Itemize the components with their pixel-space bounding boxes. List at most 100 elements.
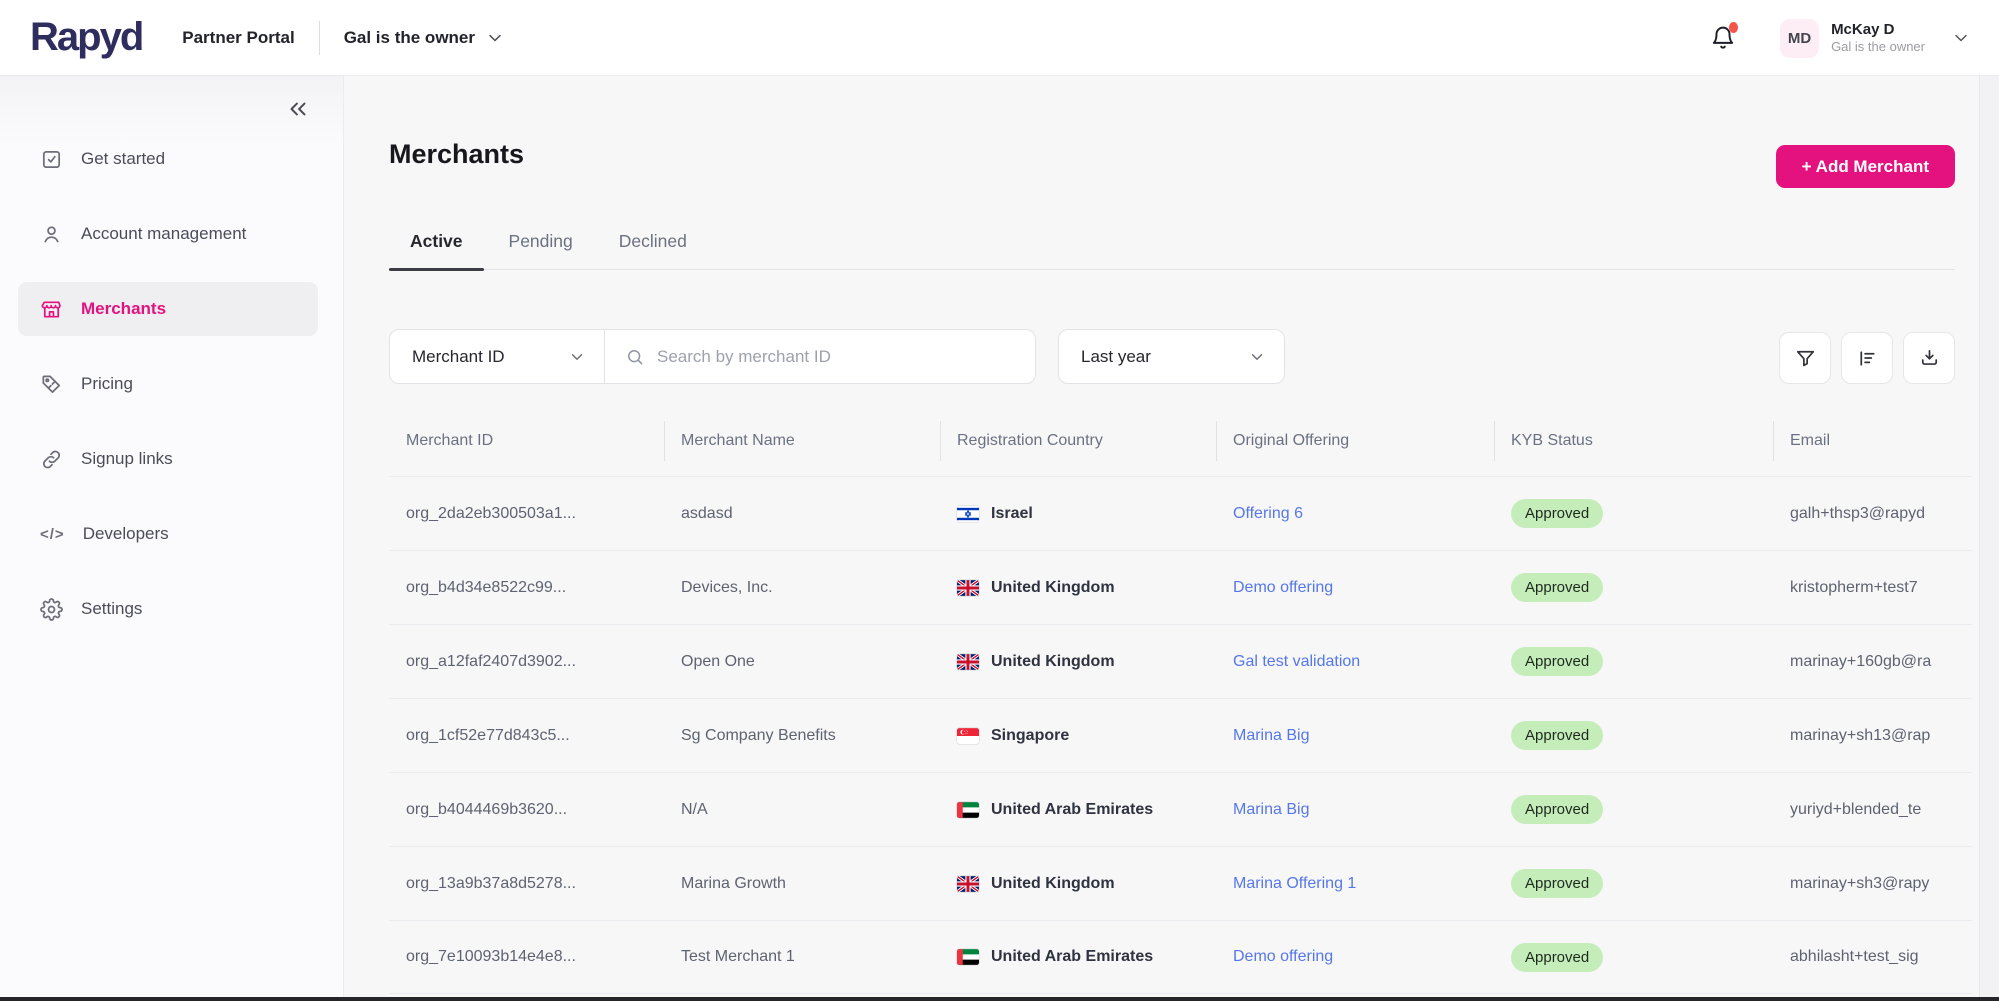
notification-badge-dot (1729, 22, 1738, 33)
registration-country: United Kingdom (940, 579, 1216, 597)
tab-pending[interactable]: Pending (488, 231, 594, 269)
notifications-button[interactable] (1710, 25, 1736, 51)
kyb-status-badge: Approved (1511, 869, 1603, 898)
sidebar-item-label: Settings (81, 599, 142, 619)
storefront-icon (40, 298, 63, 321)
offering-link[interactable]: Demo offering (1233, 579, 1333, 597)
col-header-kyb-status: KYB Status (1494, 406, 1773, 476)
chevron-down-icon (1248, 348, 1266, 366)
avatar: MD (1780, 19, 1819, 58)
sidebar-item-label: Developers (83, 524, 169, 544)
sidebar-item-developers[interactable]: </> Developers (18, 507, 318, 561)
offering-link[interactable]: Gal test validation (1233, 653, 1360, 671)
offering-link[interactable]: Offering 6 (1233, 505, 1303, 523)
search-input[interactable] (657, 347, 1019, 367)
table-row[interactable]: org_b4d34e8522c99... Devices, Inc. Unite… (389, 550, 1972, 624)
sidebar-item-account-management[interactable]: Account management (18, 207, 318, 261)
merchant-email: marinay+sh13@rap (1773, 727, 1972, 745)
registration-country: United Kingdom (940, 653, 1216, 671)
sidebar-collapse-button[interactable] (285, 96, 311, 122)
user-meta: McKay D Gal is the owner (1831, 21, 1925, 56)
sidebar: Get started Account management Merchants (0, 76, 344, 1001)
date-range-dropdown[interactable]: Last year (1058, 329, 1285, 384)
user-role: Gal is the owner (1831, 39, 1925, 55)
registration-country: United Arab Emirates (940, 948, 1216, 966)
link-icon (40, 448, 63, 471)
portal-label: Partner Portal (182, 28, 294, 48)
merchant-name: asdasd (664, 505, 940, 523)
search-group: Merchant ID (389, 329, 1036, 384)
offering-link[interactable]: Marina Offering 1 (1233, 875, 1356, 893)
table-row[interactable]: org_13a9b37a8d5278... Marina Growth Unit… (389, 846, 1972, 920)
col-header-email: Email (1773, 406, 1972, 476)
country-flag-icon (957, 580, 979, 596)
check-square-icon (40, 148, 63, 171)
merchant-email: galh+thsp3@rapyd (1773, 505, 1972, 523)
sort-icon (1856, 347, 1879, 370)
price-tag-icon (40, 373, 63, 396)
merchant-id: org_a12faf2407d3902... (389, 653, 664, 671)
sidebar-item-label: Merchants (81, 299, 166, 319)
gear-icon (40, 598, 63, 621)
kyb-status-badge: Approved (1511, 647, 1603, 676)
add-merchant-button[interactable]: + Add Merchant (1776, 145, 1955, 188)
sort-button[interactable] (1841, 332, 1893, 384)
sidebar-item-label: Account management (81, 224, 246, 244)
table-row[interactable]: org_1cf52e77d843c5... Sg Company Benefit… (389, 698, 1972, 772)
country-flag-icon (957, 654, 979, 670)
tab-declined[interactable]: Declined (598, 231, 708, 269)
sidebar-item-merchants[interactable]: Merchants (18, 282, 318, 336)
merchant-id: org_1cf52e77d843c5... (389, 727, 664, 745)
merchant-name: Devices, Inc. (664, 579, 940, 597)
filter-row: Merchant ID Last year (389, 329, 1285, 384)
merchant-email: yuriyd+blended_te (1773, 801, 1972, 819)
search-icon (625, 347, 645, 367)
sidebar-item-settings[interactable]: Settings (18, 582, 318, 636)
table-row[interactable]: org_a12faf2407d3902... Open One United K… (389, 624, 1972, 698)
col-header-merchant-name: Merchant Name (664, 406, 940, 476)
offering-link[interactable]: Marina Big (1233, 727, 1309, 745)
account-selector-dropdown[interactable]: Gal is the owner (344, 28, 505, 48)
rapyd-logo[interactable]: Rapyd (30, 15, 142, 60)
window-bottom-edge (0, 997, 1999, 1001)
user-menu[interactable]: MD McKay D Gal is the owner (1780, 19, 1971, 58)
search-field-dropdown[interactable]: Merchant ID (390, 330, 605, 383)
sidebar-item-signup-links[interactable]: Signup links (18, 432, 318, 486)
kyb-status-badge: Approved (1511, 573, 1603, 602)
country-flag-icon (957, 506, 979, 522)
table-row[interactable]: org_7e10093b14e4e8... Test Merchant 1 Un… (389, 920, 1972, 994)
merchant-name: Test Merchant 1 (664, 948, 940, 966)
offering-link[interactable]: Demo offering (1233, 948, 1333, 966)
merchant-email: kristopherm+test7 (1773, 579, 1972, 597)
table-tools (1779, 332, 1955, 384)
main-content: Merchants + Add Merchant Active Pending … (345, 76, 1999, 1001)
table-header-row: Merchant ID Merchant Name Registration C… (389, 406, 1972, 476)
kyb-status-badge: Approved (1511, 943, 1603, 972)
chevron-down-icon (485, 28, 505, 48)
country-name: United Kingdom (991, 579, 1115, 597)
sidebar-item-label: Get started (81, 149, 165, 169)
search-box (605, 330, 1035, 383)
topbar: Rapyd Partner Portal Gal is the owner MD… (0, 0, 1999, 76)
page-title: Merchants (389, 139, 524, 170)
table-row[interactable]: org_2da2eb300503a1... asdasd Israel Offe… (389, 476, 1972, 550)
table-row[interactable]: org_b4044469b3620... N/A United Arab Emi… (389, 772, 1972, 846)
merchant-email: marinay+160gb@ra (1773, 653, 1972, 671)
code-icon: </> (40, 526, 65, 543)
download-button[interactable] (1903, 332, 1955, 384)
kyb-status-badge: Approved (1511, 499, 1603, 528)
date-range-value: Last year (1081, 347, 1151, 367)
sidebar-item-get-started[interactable]: Get started (18, 132, 318, 186)
funnel-icon (1794, 347, 1817, 370)
filter-button[interactable] (1779, 332, 1831, 384)
merchant-id: org_2da2eb300503a1... (389, 505, 664, 523)
offering-link[interactable]: Marina Big (1233, 801, 1309, 819)
merchant-id: org_b4044469b3620... (389, 801, 664, 819)
col-header-registration-country: Registration Country (940, 406, 1216, 476)
sidebar-item-pricing[interactable]: Pricing (18, 357, 318, 411)
merchant-id: org_b4d34e8522c99... (389, 579, 664, 597)
merchant-email: marinay+sh3@rapy (1773, 875, 1972, 893)
topbar-right: MD McKay D Gal is the owner (1710, 0, 1971, 76)
vertical-scrollbar[interactable] (1979, 76, 1999, 1001)
tab-active[interactable]: Active (389, 231, 484, 269)
